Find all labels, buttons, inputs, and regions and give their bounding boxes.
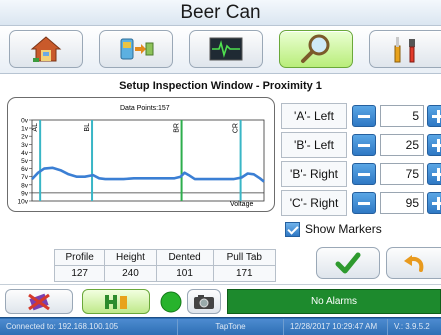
decrement-button[interactable] xyxy=(352,134,376,156)
increment-button[interactable] xyxy=(427,134,441,156)
increment-button[interactable] xyxy=(427,105,441,127)
data-points-value: 157 xyxy=(158,105,170,112)
control-row-b-left: 'B'- Left 25 xyxy=(281,132,441,158)
header-dented: Dented xyxy=(155,249,214,266)
window-title: Beer Can xyxy=(0,0,441,26)
marker-label-al: AL xyxy=(32,123,39,132)
control-row-c-right: 'C'- Right 95 xyxy=(281,190,441,216)
control-row-b-right: 'B'- Right 75 xyxy=(281,161,441,187)
y-tick-label: 8v xyxy=(21,182,29,189)
show-markers-toggle[interactable]: Show Markers xyxy=(285,220,382,238)
y-tick-label: 10v xyxy=(18,199,29,206)
nav-waveform-button[interactable] xyxy=(189,30,263,68)
checkmark-icon xyxy=(335,252,361,274)
status-bar: Connected to: 192.168.100.105 TapTone 12… xyxy=(0,317,441,335)
value-field[interactable]: 5 xyxy=(380,105,424,127)
y-tick-label: 2v xyxy=(21,134,29,141)
section-title: Setup Inspection Window - Proximity 1 xyxy=(119,80,322,92)
help-icon xyxy=(105,294,127,309)
decrement-button[interactable] xyxy=(352,192,376,214)
control-label: 'B'- Right xyxy=(281,161,347,187)
header-profile: Profile xyxy=(53,249,106,266)
table-row: 127 240 101 171 xyxy=(53,265,277,282)
measurement-table: Profile Height Dented Pull Tab 127 240 1… xyxy=(53,249,277,282)
control-row-a-left: 'A'- Left 5 xyxy=(281,103,441,129)
accept-button[interactable] xyxy=(316,247,380,279)
y-tick-label: 7v xyxy=(21,174,29,181)
control-label: 'B'- Left xyxy=(281,132,347,158)
tools-icon xyxy=(394,37,415,63)
value-pull-tab: 171 xyxy=(212,265,277,282)
undo-button[interactable] xyxy=(386,247,441,279)
help-button[interactable] xyxy=(82,289,150,314)
header-pull-tab: Pull Tab xyxy=(212,249,277,266)
value-profile: 127 xyxy=(53,265,106,282)
marker-label-cr: CR xyxy=(233,123,240,133)
nav-inspect-button[interactable] xyxy=(279,30,353,68)
header-height: Height xyxy=(104,249,157,266)
voltage-chart: Data Points: 157 0v1v2v3v4v5v6v7v8v9v 10v… xyxy=(18,105,265,208)
clear-button[interactable] xyxy=(5,289,73,314)
voltage-chart-panel: Data Points: 157 0v 1v 2v 3v 4v 5v 6v 7v 8v 9v 10v… xyxy=(7,97,275,212)
eraser-icon xyxy=(28,293,50,310)
connection-status: Connected to: 192.168.100.105 xyxy=(0,319,178,335)
increment-button[interactable] xyxy=(427,192,441,214)
control-label: 'C'- Right xyxy=(281,190,347,216)
value-field[interactable]: 75 xyxy=(380,163,424,185)
control-label: 'A'- Left xyxy=(281,103,347,129)
show-markers-checkbox[interactable] xyxy=(285,221,300,237)
bottom-toolbar: No Alarms xyxy=(0,284,441,316)
decrement-button[interactable] xyxy=(352,105,376,127)
y-tick-label: 6v xyxy=(21,166,29,173)
alarm-status-bar: No Alarms xyxy=(227,289,441,314)
value-field[interactable]: 95 xyxy=(380,192,424,214)
status-indicator-icon xyxy=(160,291,182,313)
table-header-row: Profile Height Dented Pull Tab xyxy=(53,249,277,266)
nav-tools-button[interactable] xyxy=(369,30,441,68)
camera-button[interactable] xyxy=(187,289,221,314)
undo-arrow-icon xyxy=(404,255,424,272)
marker-label-bl: BL xyxy=(84,123,91,132)
decrement-button[interactable] xyxy=(352,163,376,185)
value-height: 240 xyxy=(104,265,157,282)
nav-home-button[interactable] xyxy=(9,30,83,68)
house-icon xyxy=(30,36,62,62)
nav-bar xyxy=(0,26,441,74)
y-tick-label: 4v xyxy=(21,150,29,157)
y-tick-label: 9v xyxy=(21,190,29,197)
value-dented: 101 xyxy=(155,265,214,282)
waveform-icon xyxy=(209,37,243,61)
transfer-icon xyxy=(120,38,154,60)
datetime-status: 12/28/2017 10:29:47 AM xyxy=(284,319,388,335)
camera-icon xyxy=(194,294,214,309)
value-field[interactable]: 25 xyxy=(380,134,424,156)
nav-transfer-button[interactable] xyxy=(99,30,173,68)
increment-button[interactable] xyxy=(427,163,441,185)
y-tick-label: 5v xyxy=(21,158,29,165)
marker-label-br: BR xyxy=(174,123,181,133)
magnifier-icon xyxy=(301,34,330,63)
plot-frame xyxy=(31,119,265,202)
series-label: Voltage xyxy=(230,201,253,208)
y-tick-label: 1v xyxy=(21,126,29,133)
app-name: TapTone xyxy=(178,319,284,335)
show-markers-label: Show Markers xyxy=(305,222,382,236)
y-tick-label: 0v xyxy=(21,118,29,125)
y-tick-label: 3v xyxy=(21,142,29,149)
data-points-label: Data Points: xyxy=(120,105,158,112)
version-status: V.: 3.9.5.2 xyxy=(388,319,441,335)
series-line-voltage xyxy=(31,166,265,183)
